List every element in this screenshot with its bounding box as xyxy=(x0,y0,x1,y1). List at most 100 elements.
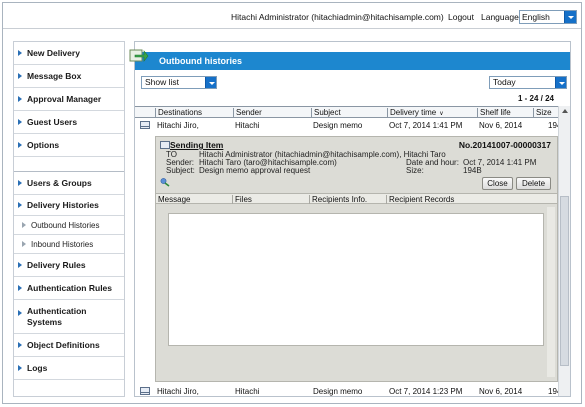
logout-link[interactable]: Logout xyxy=(448,12,474,22)
tab-message[interactable]: Message xyxy=(156,195,232,204)
pager-count: 1 - 24 / 24 xyxy=(517,94,554,103)
sidebar-item-inbound-histories[interactable]: Inbound Histories xyxy=(14,235,124,254)
close-button[interactable]: Close xyxy=(482,177,513,190)
sidebar-item-approval-manager[interactable]: Approval Manager xyxy=(14,88,124,111)
size-value: 194B xyxy=(463,166,482,175)
column-header-size[interactable]: Size xyxy=(533,108,558,118)
message-content-area[interactable] xyxy=(168,213,544,346)
history-list: Destinations Sender Subject Delivery tim… xyxy=(135,106,570,396)
period-value: Today xyxy=(493,77,516,87)
sidebar-item-label: Message Box xyxy=(27,71,82,81)
show-list-value: Show list xyxy=(145,77,180,87)
sidebar-item-authentication-systems[interactable]: Authentication Systems xyxy=(14,300,124,334)
subject-value: Design memo approval request xyxy=(199,166,311,175)
top-bar: Hitachi Administrator (hitachiadmin@hita… xyxy=(3,3,581,29)
detail-scrollbar[interactable] xyxy=(547,207,555,377)
table-row[interactable]: Hitachi Jiro, Hitachi Design memo Oct 7,… xyxy=(135,120,561,132)
arrow-right-icon xyxy=(18,119,22,125)
detail-title: Sending Item xyxy=(170,140,224,150)
column-header-sender[interactable]: Sender xyxy=(233,108,311,118)
arrow-right-icon xyxy=(18,285,22,291)
arrow-right-icon xyxy=(18,96,22,102)
arrow-right-icon xyxy=(22,241,26,247)
sidebar-item-delivery-rules[interactable]: Delivery Rules xyxy=(14,254,124,277)
sidebar-item-label: Approval Manager xyxy=(27,94,102,104)
main-panel: Outbound histories Show list Today 1 - 2… xyxy=(129,41,571,397)
sidebar-item-label: Authentication Rules xyxy=(27,283,113,293)
language-select[interactable]: English xyxy=(519,10,577,24)
sidebar-item-delivery-histories[interactable]: Delivery Histories xyxy=(14,195,124,216)
sidebar-item-logs[interactable]: Logs xyxy=(14,357,124,380)
sidebar-item-message-box[interactable]: Message Box xyxy=(14,65,124,88)
table-header: Destinations Sender Subject Delivery tim… xyxy=(135,106,558,118)
sidebar-item-options[interactable]: Options xyxy=(14,134,124,157)
page-title: Outbound histories xyxy=(159,56,242,66)
language-label: Language xyxy=(481,12,519,22)
show-list-select[interactable]: Show list xyxy=(141,76,217,89)
outbound-arrow-icon xyxy=(129,49,149,62)
sidebar-item-label: Users & Groups xyxy=(27,178,92,188)
arrow-right-icon xyxy=(18,142,22,148)
delete-button[interactable]: Delete xyxy=(516,177,551,190)
arrow-right-icon xyxy=(18,262,22,268)
sidebar-item-label: Object Definitions xyxy=(27,340,100,350)
period-select[interactable]: Today xyxy=(489,76,567,89)
sidebar-item-new-delivery[interactable]: New Delivery xyxy=(14,42,124,65)
row-shelf-life: Nov 6, 2014 xyxy=(479,121,523,130)
column-header-subject[interactable]: Subject xyxy=(311,108,387,118)
current-user: Hitachi Administrator (hitachiadmin@hita… xyxy=(231,12,444,22)
tab-recipients-info[interactable]: Recipients Info. xyxy=(309,195,386,204)
detail-number: No.20141007-00000317 xyxy=(458,140,551,150)
sidebar-item-label: Delivery Rules xyxy=(27,260,86,270)
sidebar-item-users-groups[interactable]: Users & Groups xyxy=(14,172,124,195)
arrow-right-icon xyxy=(22,222,26,228)
chevron-down-icon[interactable] xyxy=(555,77,566,88)
arrow-right-icon xyxy=(18,365,22,371)
mail-icon xyxy=(160,141,170,149)
language-value: English xyxy=(522,12,550,22)
scroll-up-icon[interactable] xyxy=(562,109,568,113)
tab-recipient-records[interactable]: Recipient Records xyxy=(386,195,464,204)
chevron-down-icon[interactable] xyxy=(205,77,216,88)
app-window: Hitachi Administrator (hitachiadmin@hita… xyxy=(2,2,582,404)
row-delivery-time: Oct 7, 2014 1:23 PM xyxy=(389,387,463,396)
row-subject: Design memo xyxy=(313,387,363,396)
sidebar-item-label: Delivery Histories xyxy=(27,200,99,210)
sidebar-item-label: Logs xyxy=(27,363,48,373)
arrow-right-icon xyxy=(18,202,22,208)
scroll-thumb[interactable] xyxy=(560,196,569,366)
size-label: Size: xyxy=(406,166,424,175)
sidebar-item-object-definitions[interactable]: Object Definitions xyxy=(14,334,124,357)
sidebar-item-label: New Delivery xyxy=(27,48,80,58)
mail-icon xyxy=(140,121,150,129)
row-sender: Hitachi xyxy=(235,121,260,130)
column-header-shelf-life[interactable]: Shelf life xyxy=(477,108,533,118)
menu-separator xyxy=(14,157,124,172)
subject-label: Subject: xyxy=(166,166,195,175)
row-destinations: Hitachi Jiro, xyxy=(157,121,199,130)
row-subject: Design memo xyxy=(313,121,363,130)
detail-panel: Sending Item No.20141007-00000317 TO Hit… xyxy=(155,136,558,382)
sidebar-item-label: Options xyxy=(27,140,60,150)
list-scrollbar[interactable] xyxy=(558,106,570,396)
table-row[interactable]: Hitachi Jiro, Hitachi Design memo Oct 7,… xyxy=(135,386,561,398)
sidebar: New Delivery Message Box Approval Manage… xyxy=(13,41,125,397)
tab-files[interactable]: Files xyxy=(232,195,309,204)
sort-desc-icon: ∨ xyxy=(439,111,444,117)
detail-tabs: Message Files Recipients Info. Recipient… xyxy=(156,193,557,204)
sidebar-item-guest-users[interactable]: Guest Users xyxy=(14,111,124,134)
column-header-destinations[interactable]: Destinations xyxy=(155,108,233,118)
row-shelf-life: Nov 6, 2014 xyxy=(479,387,523,396)
arrow-right-icon xyxy=(18,310,22,316)
arrow-right-icon xyxy=(18,73,22,79)
arrow-right-icon xyxy=(18,50,22,56)
column-header-delivery-time[interactable]: Delivery time ∨ xyxy=(387,108,477,118)
row-delivery-time: Oct 7, 2014 1:41 PM xyxy=(389,121,463,130)
row-destinations: Hitachi Jiro, xyxy=(157,387,199,396)
chevron-down-icon[interactable] xyxy=(564,11,576,23)
attachment-icon[interactable] xyxy=(160,177,170,187)
sidebar-item-authentication-rules[interactable]: Authentication Rules xyxy=(14,277,124,300)
sidebar-item-outbound-histories[interactable]: Outbound Histories xyxy=(14,216,124,235)
sidebar-item-label: Inbound Histories xyxy=(31,240,94,249)
row-sender: Hitachi xyxy=(235,387,260,396)
